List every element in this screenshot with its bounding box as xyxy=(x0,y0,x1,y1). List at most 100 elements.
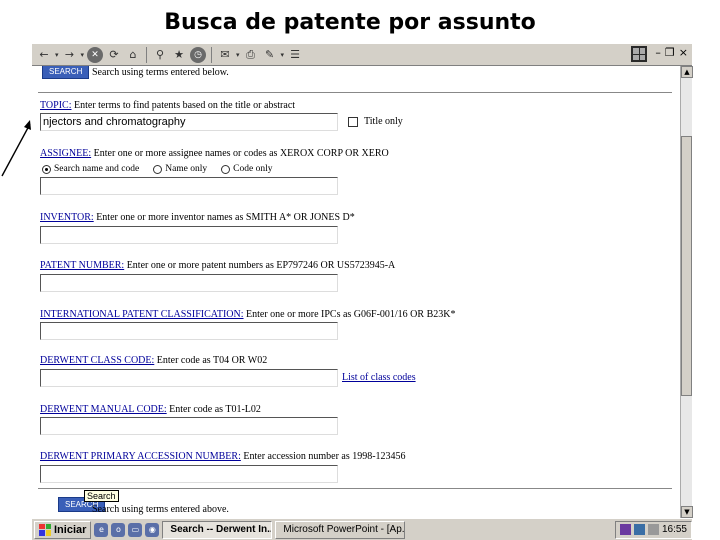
scroll-down-icon[interactable]: ▼ xyxy=(681,506,693,518)
tray-app-icon[interactable] xyxy=(619,524,631,535)
title-only-checkbox[interactable] xyxy=(348,117,358,127)
top-search-button[interactable]: SEARCH xyxy=(42,66,90,79)
derwent-accession-link[interactable]: DERWENT PRIMARY ACCESSION NUMBER: xyxy=(40,451,241,462)
assignee-link[interactable]: ASSIGNEE: xyxy=(40,148,91,159)
radio-button[interactable] xyxy=(221,164,231,174)
topic-hint: Enter terms to find patents based on the… xyxy=(71,100,296,111)
task-label: Search -- Derwent In... xyxy=(170,524,273,535)
derwent-class-hint: Enter code as T04 OR W02 xyxy=(154,355,268,366)
radio-option[interactable]: Name only xyxy=(153,164,207,174)
ipc-hint: Enter one or more IPCs as G06F-001/16 OR… xyxy=(243,309,456,320)
class-codes-link[interactable]: List of class codes xyxy=(342,372,416,383)
scroll-up-icon[interactable]: ▲ xyxy=(681,66,693,78)
taskbar: Iniciar e o ▭ ◉ Search -- Derwent In... … xyxy=(32,518,692,540)
topic-input[interactable]: njectors and chromatography xyxy=(40,113,338,131)
radio-label: Code only xyxy=(233,164,273,174)
topic-link[interactable]: TOPIC: xyxy=(40,100,72,111)
start-label: Iniciar xyxy=(54,523,87,536)
top-search-note: Search using terms entered below. xyxy=(92,67,229,78)
clock: 16:55 xyxy=(661,524,687,535)
discuss-icon[interactable]: ☰ xyxy=(287,47,303,63)
radio-option[interactable]: Code only xyxy=(221,164,272,174)
dropdown-icon[interactable]: ▾ xyxy=(281,51,285,59)
task-search-derwent[interactable]: Search -- Derwent In... xyxy=(162,520,273,539)
forward-arrow-icon[interactable]: → xyxy=(62,47,78,63)
tray-volume-icon[interactable] xyxy=(647,524,659,535)
derwent-accession-input[interactable] xyxy=(40,465,338,483)
back-arrow-icon[interactable]: ← xyxy=(36,47,52,63)
tray-network-icon[interactable] xyxy=(633,524,645,535)
derwent-class-label-row: DERWENT CLASS CODE: Enter code as T04 OR… xyxy=(40,355,267,366)
task-label: Microsoft PowerPoint - [Ap... xyxy=(283,524,406,535)
vertical-scrollbar[interactable]: ▲ ▼ xyxy=(680,66,693,518)
radio-button[interactable] xyxy=(153,164,163,174)
derwent-manual-input[interactable] xyxy=(40,417,338,435)
inventor-hint: Enter one or more inventor names as SMIT… xyxy=(93,212,355,223)
close-button[interactable]: × xyxy=(679,46,688,62)
ipc-label-row: INTERNATIONAL PATENT CLASSIFICATION: Ent… xyxy=(40,309,455,320)
channels-icon[interactable]: ◉ xyxy=(145,522,160,537)
patent-number-link[interactable]: PATENT NUMBER: xyxy=(40,260,124,271)
favorites-icon[interactable]: ★ xyxy=(171,47,187,63)
mail-icon[interactable]: ✉ xyxy=(217,47,233,63)
derwent-manual-hint: Enter code as T01-L02 xyxy=(166,404,261,415)
stop-icon[interactable]: ✕ xyxy=(87,46,104,63)
minimize-button[interactable]: – xyxy=(655,46,661,62)
ipc-input[interactable] xyxy=(40,322,338,340)
restore-button[interactable]: ❐ xyxy=(665,46,675,62)
dropdown-icon[interactable]: ▾ xyxy=(81,51,85,59)
inventor-input[interactable] xyxy=(40,226,338,244)
windows-flag-icon xyxy=(39,523,51,536)
radio-option[interactable]: Search name and code xyxy=(42,164,139,174)
derwent-manual-label-row: DERWENT MANUAL CODE: Enter code as T01-L… xyxy=(40,404,261,415)
derwent-class-input[interactable] xyxy=(40,369,338,387)
patent-number-input[interactable] xyxy=(40,274,338,292)
radio-button[interactable] xyxy=(42,164,51,174)
assignee-label-row: ASSIGNEE: Enter one or more assignee nam… xyxy=(40,148,389,159)
dropdown-icon[interactable]: ▾ xyxy=(55,51,59,59)
toolbar-divider xyxy=(211,46,213,63)
derwent-accession-label-row: DERWENT PRIMARY ACCESSION NUMBER: Enter … xyxy=(40,451,406,462)
assignee-hint: Enter one or more assignee names or code… xyxy=(91,148,389,159)
desktop-icon[interactable]: ▭ xyxy=(128,522,143,537)
slide-title: Busca de patente por assunto xyxy=(164,10,536,35)
print-icon[interactable]: ⎙ xyxy=(243,47,259,63)
search-icon[interactable]: ⚲ xyxy=(152,47,168,63)
derwent-accession-hint: Enter accession number as 1998-123456 xyxy=(240,451,406,462)
page-content: SEARCH Search using terms entered below.… xyxy=(32,66,680,518)
browser-toolbar: ← ▾ → ▾ ✕ ⟳ ⌂ ⚲ ★ ◷ ✉ ▾ ⎙ ✎ ▾ ☰ – ❐ × xyxy=(32,44,692,66)
derwent-class-link[interactable]: DERWENT CLASS CODE: xyxy=(40,355,154,366)
refresh-icon[interactable]: ⟳ xyxy=(106,47,122,63)
dropdown-icon[interactable]: ▾ xyxy=(236,51,240,59)
patent-number-label-row: PATENT NUMBER: Enter one or more patent … xyxy=(40,260,395,271)
history-icon[interactable]: ◷ xyxy=(190,46,207,63)
patent-number-hint: Enter one or more patent numbers as EP79… xyxy=(124,260,396,271)
derwent-manual-link[interactable]: DERWENT MANUAL CODE: xyxy=(40,404,167,415)
window-controls: – ❐ × xyxy=(631,46,688,62)
ie-icon[interactable]: e xyxy=(94,522,109,537)
title-only-label: Title only xyxy=(364,116,403,127)
pointer-arrow xyxy=(1,120,31,177)
system-tray: 16:55 xyxy=(614,520,692,539)
search-tooltip: Search xyxy=(84,490,119,502)
radio-label: Name only xyxy=(165,164,208,174)
inventor-link[interactable]: INVENTOR: xyxy=(40,212,94,223)
divider xyxy=(38,488,672,489)
radio-label: Search name and code xyxy=(54,164,140,174)
topic-label-row: TOPIC: Enter terms to find patents based… xyxy=(40,100,295,111)
assignee-input[interactable] xyxy=(40,177,338,195)
task-powerpoint[interactable]: Microsoft PowerPoint - [Ap... xyxy=(275,520,406,539)
windows-logo-icon xyxy=(631,46,648,62)
divider xyxy=(38,92,672,93)
browser-window: ← ▾ → ▾ ✕ ⟳ ⌂ ⚲ ★ ◷ ✉ ▾ ⎙ ✎ ▾ ☰ – ❐ × SE… xyxy=(32,44,693,540)
scroll-thumb[interactable] xyxy=(681,136,692,396)
assignee-radio-group: Search name and code Name only Code only xyxy=(42,164,272,174)
bottom-search-note: Search using terms entered above. xyxy=(92,504,229,515)
inventor-label-row: INVENTOR: Enter one or more inventor nam… xyxy=(40,212,355,223)
toolbar-divider xyxy=(146,46,148,63)
home-icon[interactable]: ⌂ xyxy=(125,47,141,63)
edit-icon[interactable]: ✎ xyxy=(262,47,278,63)
ipc-link[interactable]: INTERNATIONAL PATENT CLASSIFICATION: xyxy=(40,309,244,320)
outlook-icon[interactable]: o xyxy=(111,522,126,537)
start-button[interactable]: Iniciar xyxy=(34,520,92,539)
